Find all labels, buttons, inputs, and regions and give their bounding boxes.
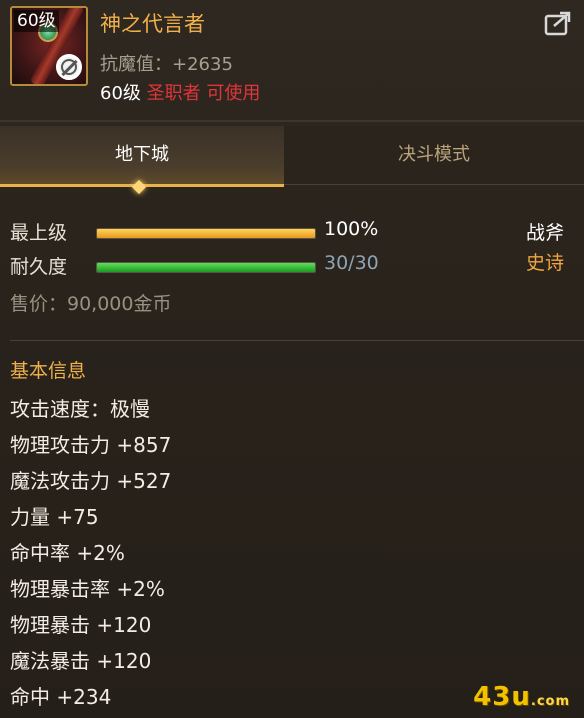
attribute-item: 魔法攻击力 +527 (10, 469, 172, 493)
required-class: 圣职者 (146, 83, 201, 104)
section-divider (10, 340, 584, 341)
durability-bar (96, 262, 316, 273)
usage-requirement: 60级 圣职者 可使用 (100, 79, 260, 105)
upgrade-value: 100% (324, 218, 379, 240)
usable-label: 可使用 (206, 83, 261, 104)
item-name: 神之代言者 (100, 12, 205, 36)
attribute-item: 物理攻击力 +857 (10, 433, 172, 457)
attribute-item: 物理暴击 +120 (10, 613, 152, 637)
active-tab-indicator-icon (131, 179, 147, 195)
watermark-main: 43u (473, 682, 531, 712)
durability-bar-fill (97, 263, 315, 272)
prohibited-icon (56, 54, 82, 80)
rarity-label: 史诗 (525, 252, 564, 274)
attribute-item: 力量 +75 (10, 505, 99, 529)
share-button[interactable] (544, 10, 572, 36)
share-arrow-icon (544, 11, 571, 36)
durability-stat-row: 耐久度 30/30 (10, 252, 580, 282)
watermark-suffix: .com (530, 694, 570, 709)
upgrade-bar-fill (97, 229, 315, 238)
item-icon: 60级 (10, 6, 88, 86)
durability-value: 30/30 (324, 252, 379, 274)
upgrade-bar (96, 228, 316, 239)
tab-dungeon-label: 地下城 (115, 144, 169, 165)
sell-price: 售价：90,000金币 (10, 293, 172, 315)
durability-label: 耐久度 (10, 256, 68, 278)
required-level: 60级 (100, 83, 141, 104)
magic-resist-value: 抗魔值：+2635 (100, 54, 233, 75)
header-divider (0, 120, 584, 122)
mode-tabs: 地下城 决斗模式 (0, 126, 584, 195)
attribute-item: 魔法暴击 +120 (10, 649, 152, 673)
site-watermark: 43u.com (473, 682, 570, 712)
attribute-item: 命中 +234 (10, 685, 112, 709)
tab-duel-mode[interactable]: 决斗模式 (284, 126, 584, 185)
upgrade-label: 最上级 (10, 222, 68, 244)
tab-duel-mode-label: 决斗模式 (398, 144, 470, 165)
weapon-type: 战斧 (525, 222, 564, 244)
upgrade-stat-row: 最上级 100% (10, 218, 580, 248)
attribute-item: 攻击速度：极慢 (10, 397, 150, 421)
attribute-list: 攻击速度：极慢 物理攻击力 +857 魔法攻击力 +527 力量 +75 命中率… (10, 394, 171, 718)
basic-info-title: 基本信息 (10, 360, 87, 382)
level-badge: 60级 (14, 10, 59, 32)
attribute-item: 物理暴击率 +2% (10, 577, 165, 601)
item-tooltip-panel: 60级 神之代言者 抗魔值：+2635 60级 圣职者 可使用 地下城 决斗模式… (0, 0, 584, 718)
tab-dungeon[interactable]: 地下城 (0, 126, 284, 195)
attribute-item: 命中率 +2% (10, 541, 125, 565)
